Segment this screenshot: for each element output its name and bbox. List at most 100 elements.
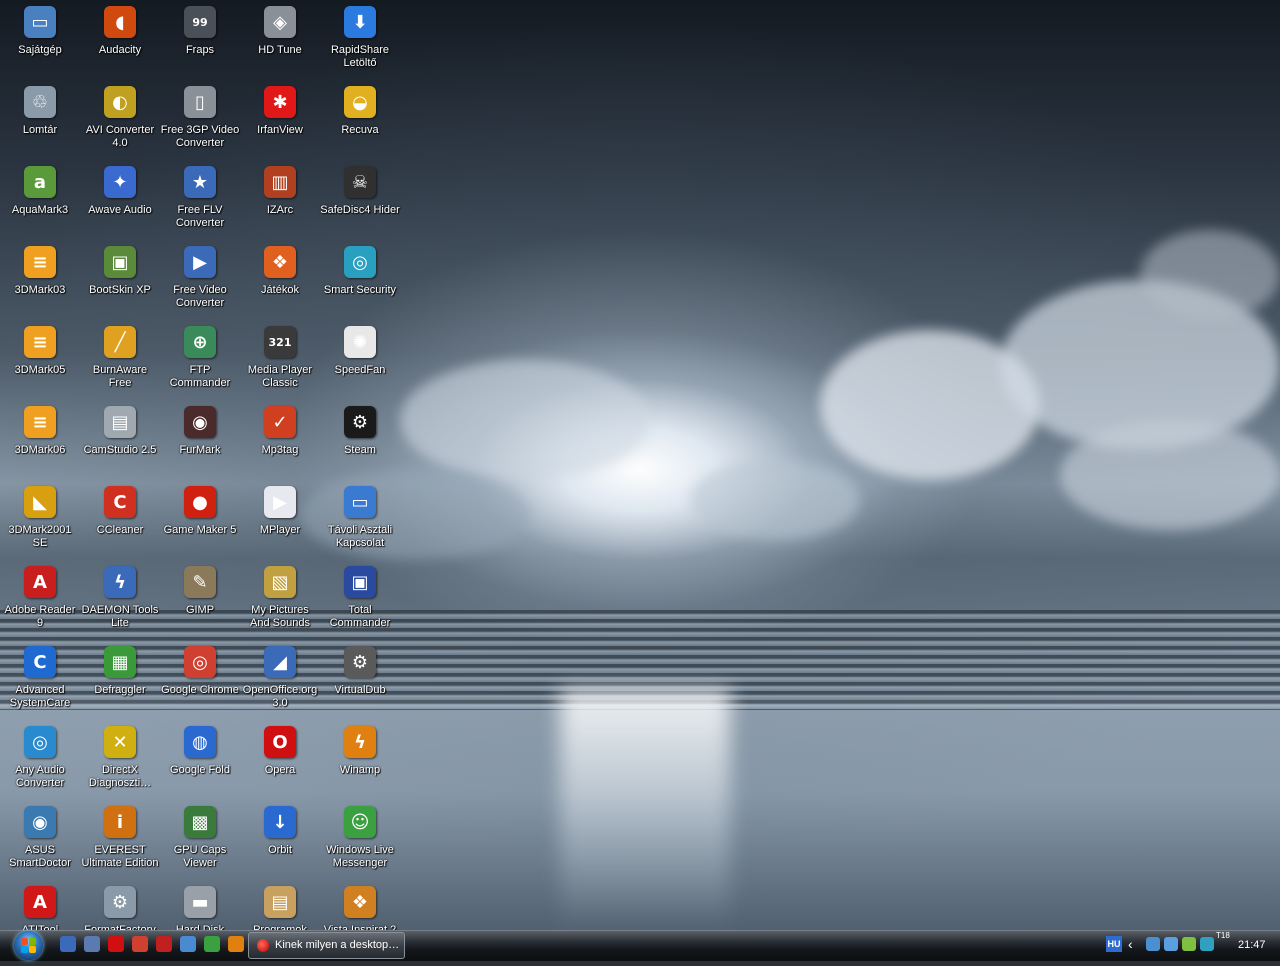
desktop-icon[interactable]: ▭ Sajátgép (0, 6, 80, 86)
desktop-icon-label: Free Video Converter (173, 284, 227, 309)
desktop-icon[interactable]: ↓ Orbit (240, 806, 320, 886)
language-indicator[interactable]: HU (1106, 936, 1122, 952)
desktop-icon[interactable]: i EVEREST Ultimate Edition (80, 806, 160, 886)
network-connection-icon[interactable] (1164, 937, 1178, 951)
desktop-icon[interactable]: 99 Fraps (160, 6, 240, 86)
desktop-icon[interactable]: ⬇ RapidShare Letöltő (320, 6, 400, 86)
desktop-icon[interactable]: ▩ GPU Caps Viewer (160, 806, 240, 886)
flv-converter-icon: ★ (184, 166, 216, 198)
remote-desktop-icon: ▭ (344, 486, 376, 518)
clock[interactable]: 21:47 (1238, 937, 1266, 953)
desktop-icon[interactable]: ✺ SpeedFan (320, 326, 400, 406)
orbit-icon: ↓ (264, 806, 296, 838)
hard-disk-icon: ▬ (184, 886, 216, 918)
desktop-icon[interactable]: ▤ CamStudio 2.5 (80, 406, 160, 486)
desktop-icon[interactable]: ✱ IrfanView (240, 86, 320, 166)
desktop-icon-label: Game Maker 5 (163, 524, 237, 536)
start-button[interactable] (8, 931, 48, 960)
desktop-icon[interactable]: ☠ SafeDisc4 Hider (320, 166, 400, 246)
desktop-icon[interactable]: ⊕ FTP Commander (160, 326, 240, 406)
desktop-icon[interactable]: ◎ Google Chrome (160, 646, 240, 726)
desktop-icon[interactable]: a AquaMark3 (0, 166, 80, 246)
desktop-icon[interactable]: ◢ OpenOffice.org 3.0 (240, 646, 320, 726)
windows-flag-icon (21, 938, 36, 953)
video-converter-icon: ▶ (184, 246, 216, 278)
desktop-icon[interactable]: ϟ DAEMON Tools Lite (80, 566, 160, 646)
desktop-icon[interactable]: ≡ 3DMark06 (0, 406, 80, 486)
desktop-icon[interactable]: ◈ HD Tune (240, 6, 320, 86)
desktop-icon-label: 3DMark06 (14, 444, 66, 456)
desktop-icon-label: HD Tune (258, 44, 302, 56)
desktop-icon[interactable]: ▦ Defraggler (80, 646, 160, 726)
desktop-icon[interactable]: ◎ Smart Security (320, 246, 400, 326)
vista-inspirat-icon: ❖ (344, 886, 376, 918)
desktop-icon[interactable]: ▯ Free 3GP Video Converter (160, 86, 240, 166)
desktop-icon[interactable]: ✎ GIMP (160, 566, 240, 646)
desktop-icon[interactable]: ⚙ VirtualDub (320, 646, 400, 726)
desktop-icon[interactable]: ϟ Winamp (320, 726, 400, 806)
network-icon[interactable] (1146, 937, 1160, 951)
desktop-icon-label: FTP Commander (169, 364, 231, 389)
gamemaker-icon: ● (184, 486, 216, 518)
taskbar-window-button[interactable]: Kinek milyen a desktop… (248, 932, 405, 959)
adobe-reader-icon: A (24, 566, 56, 598)
desktop-icon[interactable]: ◎ Any Audio Converter (0, 726, 80, 806)
desktop-icon[interactable]: ◖ Audacity (80, 6, 160, 86)
desktop-icon[interactable]: C CCleaner (80, 486, 160, 566)
desktop-icon[interactable]: ● Game Maker 5 (160, 486, 240, 566)
desktop-icon[interactable]: ◒ Recuva (320, 86, 400, 166)
desktop-icon[interactable]: ▶ Free Video Converter (160, 246, 240, 326)
desktop-icon[interactable]: O Opera (240, 726, 320, 806)
desktop-icon[interactable]: ✓ Mp3tag (240, 406, 320, 486)
desktop-icon-label: Defraggler (94, 684, 146, 696)
desktop-icon[interactable]: ▥ IZArc (240, 166, 320, 246)
desktop-icon[interactable]: ◍ Google Föld (160, 726, 240, 806)
show-desktop-icon[interactable] (60, 936, 76, 952)
desktop-icon[interactable]: ≡ 3DMark03 (0, 246, 80, 326)
tray-expand-chevron-icon[interactable]: ‹ (1128, 935, 1133, 953)
daemon-tools-icon: ϟ (104, 566, 136, 598)
chrome-icon[interactable] (132, 936, 148, 952)
desktop-icon[interactable]: ✕ DirectX Diagnoszti… (80, 726, 160, 806)
desktop-icon[interactable]: ☺ Windows Live Messenger (320, 806, 400, 886)
desktop-icon-label: Google Föld (170, 764, 230, 776)
desktop-icon[interactable]: A Adobe Reader 9 (0, 566, 80, 646)
desktop-icon[interactable]: ╱ BurnAware Free (80, 326, 160, 406)
desktop-icon-label: Free FLV Converter (175, 204, 225, 229)
messenger-icon[interactable] (204, 936, 220, 952)
desktop-icon[interactable]: ≡ 3DMark05 (0, 326, 80, 406)
opera-icon (257, 939, 269, 952)
audio-converter-icon: ◎ (24, 726, 56, 758)
rapidshare-icon: ⬇ (344, 6, 376, 38)
desktop-icon[interactable]: ⚙ Steam (320, 406, 400, 486)
safely-remove-icon[interactable] (1182, 937, 1196, 951)
desktop-icon-label: BurnAware Free (92, 364, 148, 389)
desktop-icon-label: SpeedFan (334, 364, 386, 376)
winamp-icon[interactable] (228, 936, 244, 952)
security-icon[interactable] (1200, 937, 1214, 951)
floppy-icon[interactable] (84, 936, 100, 952)
fraps-icon: 99 (184, 6, 216, 38)
desktop-icon[interactable]: ◣ 3DMark2001 SE (0, 486, 80, 566)
desktop-icon[interactable]: ▣ Total Commander (320, 566, 400, 646)
desktop-icon[interactable]: ✦ Awave Audio (80, 166, 160, 246)
desktop-icon[interactable]: ★ Free FLV Converter (160, 166, 240, 246)
desktop-icon[interactable]: ♲ Lomtár (0, 86, 80, 166)
desktop-icon[interactable]: ◐ AVI Converter 4.0 (80, 86, 160, 166)
defraggler-icon: ▦ (104, 646, 136, 678)
desktop-icon[interactable]: ▧ My Pictures And Sounds (240, 566, 320, 646)
desktop-icon[interactable]: C Advanced SystemCare (0, 646, 80, 726)
desktop-icon[interactable]: ▭ Távoli Asztali Kapcsolat (320, 486, 400, 566)
desktop-icon[interactable]: ◉ ASUS SmartDoctor (0, 806, 80, 886)
desktop-icon[interactable]: ▶ MPlayer (240, 486, 320, 566)
desktop-icon[interactable]: ❖ Játékok (240, 246, 320, 326)
desktop-icon-label: Távoli Asztali Kapcsolat (327, 524, 393, 549)
opera-icon[interactable] (108, 936, 124, 952)
opera-icon[interactable] (156, 936, 172, 952)
desktop-icon-label: OpenOffice.org 3.0 (242, 684, 318, 709)
desktop-icon[interactable]: ▣ BootSkin XP (80, 246, 160, 326)
asus-icon: ◉ (24, 806, 56, 838)
desktop-icon[interactable]: 321 Media Player Classic (240, 326, 320, 406)
network-icon[interactable] (180, 936, 196, 952)
desktop-icon[interactable]: ◉ FurMark (160, 406, 240, 486)
